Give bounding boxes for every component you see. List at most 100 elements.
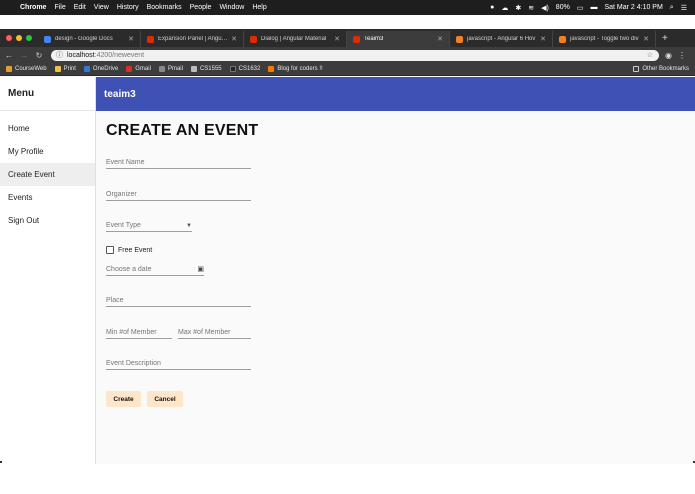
close-window-icon[interactable] — [6, 35, 12, 41]
status-area: ● ☁ ✱ ≋ ◀) 80% ▭ ▬ Sat Mar 2 4:10 PM ⌕ ☰ — [490, 0, 687, 15]
bookmark-label: Print — [63, 66, 76, 72]
event-name-field[interactable]: Event Name — [106, 155, 251, 169]
profile-icon[interactable]: ◉ — [665, 51, 672, 60]
place-field[interactable]: Place — [106, 293, 251, 307]
browser-tab[interactable]: design - Google Docs ✕ — [38, 31, 141, 47]
flag-icon[interactable]: ▬ — [590, 4, 597, 11]
info-icon[interactable]: ⓘ — [56, 50, 63, 60]
menu-history[interactable]: History — [117, 4, 139, 11]
event-type-placeholder: Event Type — [106, 222, 141, 229]
menu-people[interactable]: People — [190, 4, 212, 11]
close-tab-icon[interactable]: ✕ — [231, 35, 237, 43]
free-event-checkbox[interactable] — [106, 246, 114, 254]
nav-item-home[interactable]: Home — [0, 117, 95, 140]
nav-item-create-event[interactable]: Create Event — [0, 163, 95, 186]
maximize-window-icon[interactable] — [26, 35, 32, 41]
menu-window[interactable]: Window — [219, 4, 244, 11]
bookmark-label: CS1632 — [238, 66, 261, 72]
url-path: :4200/newevent — [94, 51, 145, 59]
nav-item-sign-out[interactable]: Sign Out — [0, 209, 95, 232]
bookmark-icon — [83, 66, 90, 72]
new-tab-button[interactable]: + — [656, 33, 674, 47]
mac-menubar: Chrome File Edit View History Bookmarks … — [0, 0, 695, 15]
wechat-icon[interactable]: ● — [490, 4, 494, 11]
date-field[interactable]: Choose a date ▣ — [106, 262, 204, 276]
max-member-placeholder: Max #of Member — [178, 329, 231, 336]
menu-view[interactable]: View — [94, 4, 109, 11]
free-event-checkbox-row[interactable]: Free Event — [106, 246, 152, 254]
bookmark-icon — [54, 66, 61, 72]
address-row: ← → ↻ ⓘ localhost:4200/newevent ☆ ◉ ⋮ — [0, 47, 695, 63]
back-icon[interactable]: ← — [3, 51, 15, 60]
close-tab-icon[interactable]: ✕ — [334, 35, 340, 43]
other-bookmarks[interactable]: Other Bookmarks — [633, 66, 689, 72]
browser-window: design - Google Docs ✕ Expansion Panel |… — [0, 29, 695, 464]
minimize-window-icon[interactable] — [16, 35, 22, 41]
browser-tab[interactable]: javascript - Toggle two div ✕ — [553, 31, 656, 47]
cloud-icon[interactable]: ☁ — [501, 4, 508, 12]
menu-edit[interactable]: Edit — [74, 4, 86, 11]
bookmark-item[interactable]: Blog for coders !! — [268, 66, 323, 72]
nav-list: Home My Profile Create Event Events Sign… — [0, 111, 95, 232]
forward-icon[interactable]: → — [18, 51, 30, 60]
menu-chrome[interactable]: Chrome — [20, 4, 46, 11]
bookmark-item[interactable]: Gmail — [126, 66, 151, 72]
menu-file[interactable]: File — [54, 4, 65, 11]
create-button[interactable]: Create — [106, 391, 141, 407]
browser-tab[interactable]: javascript - Angular 6 Hov ✕ — [450, 31, 553, 47]
date-placeholder: Choose a date — [106, 266, 152, 273]
reload-icon[interactable]: ↻ — [33, 51, 45, 60]
bookmark-star-icon[interactable]: ☆ — [647, 51, 653, 59]
close-tab-icon[interactable]: ✕ — [540, 35, 546, 43]
close-tab-icon[interactable]: ✕ — [437, 35, 443, 43]
event-description-placeholder: Event Description — [106, 360, 161, 367]
nav-item-events[interactable]: Events — [0, 186, 95, 209]
window-controls — [0, 35, 38, 47]
browser-tab[interactable]: Expansion Panel | Angular ✕ — [141, 31, 244, 47]
tab-title: javascript - Toggle two div — [570, 36, 639, 42]
corner-mark — [0, 461, 2, 463]
tab-title: Teaim3 — [364, 36, 384, 42]
battery-icon[interactable]: ▭ — [577, 4, 584, 12]
more-menu-icon[interactable]: ⋮ — [678, 51, 686, 60]
bookmark-icon — [126, 66, 133, 72]
browser-tab-active[interactable]: Teaim3 ✕ — [347, 31, 450, 47]
event-type-select[interactable]: Event Type ▼ — [106, 218, 192, 232]
menu-help[interactable]: Help — [252, 4, 266, 11]
min-member-field[interactable]: Min #of Member — [106, 325, 172, 339]
bookmark-item[interactable]: CourseWeb — [6, 66, 47, 72]
menu-bookmarks[interactable]: Bookmarks — [147, 4, 182, 11]
battery-text[interactable]: 80% — [556, 4, 570, 11]
place-placeholder: Place — [106, 297, 124, 304]
app-root: Menu Home My Profile Create Event Events… — [0, 77, 695, 464]
spotlight-icon[interactable]: ⌕ — [670, 4, 674, 12]
close-tab-icon[interactable]: ✕ — [128, 35, 134, 43]
nav-item-my-profile[interactable]: My Profile — [0, 140, 95, 163]
volume-icon[interactable]: ◀) — [541, 4, 549, 12]
stackoverflow-icon — [456, 35, 463, 43]
calendar-icon[interactable]: ▣ — [197, 265, 204, 273]
clock[interactable]: Sat Mar 2 4:10 PM — [604, 4, 662, 11]
url-bar[interactable]: ⓘ localhost:4200/newevent ☆ — [51, 49, 659, 61]
bookmark-item[interactable]: OneDrive — [83, 66, 119, 72]
max-member-field[interactable]: Max #of Member — [178, 325, 251, 339]
bookmark-item[interactable]: CS1632 — [229, 66, 261, 72]
bookmark-item[interactable]: Print — [54, 66, 76, 72]
bookmark-label: OneDrive — [92, 66, 119, 72]
close-tab-icon[interactable]: ✕ — [643, 35, 649, 43]
free-event-label: Free Event — [118, 246, 153, 254]
browser-tab[interactable]: Dialog | Angular Material ✕ — [244, 31, 347, 47]
bookmark-label: CourseWeb — [15, 66, 47, 72]
notification-icon[interactable]: ☰ — [681, 4, 687, 12]
organizer-field[interactable]: Organizer — [106, 187, 251, 201]
bluetooth-icon[interactable]: ✱ — [515, 4, 521, 12]
cancel-button[interactable]: Cancel — [147, 391, 183, 407]
bookmark-item[interactable]: CS1555 — [190, 66, 222, 72]
bookmark-icon — [229, 66, 236, 72]
bookmark-item[interactable]: Pmail — [158, 66, 183, 72]
bookmark-icon — [268, 66, 275, 72]
wifi-icon[interactable]: ≋ — [528, 4, 534, 12]
angular-icon — [353, 35, 360, 43]
stackoverflow-icon — [559, 35, 566, 43]
event-description-field[interactable]: Event Description — [106, 356, 251, 370]
